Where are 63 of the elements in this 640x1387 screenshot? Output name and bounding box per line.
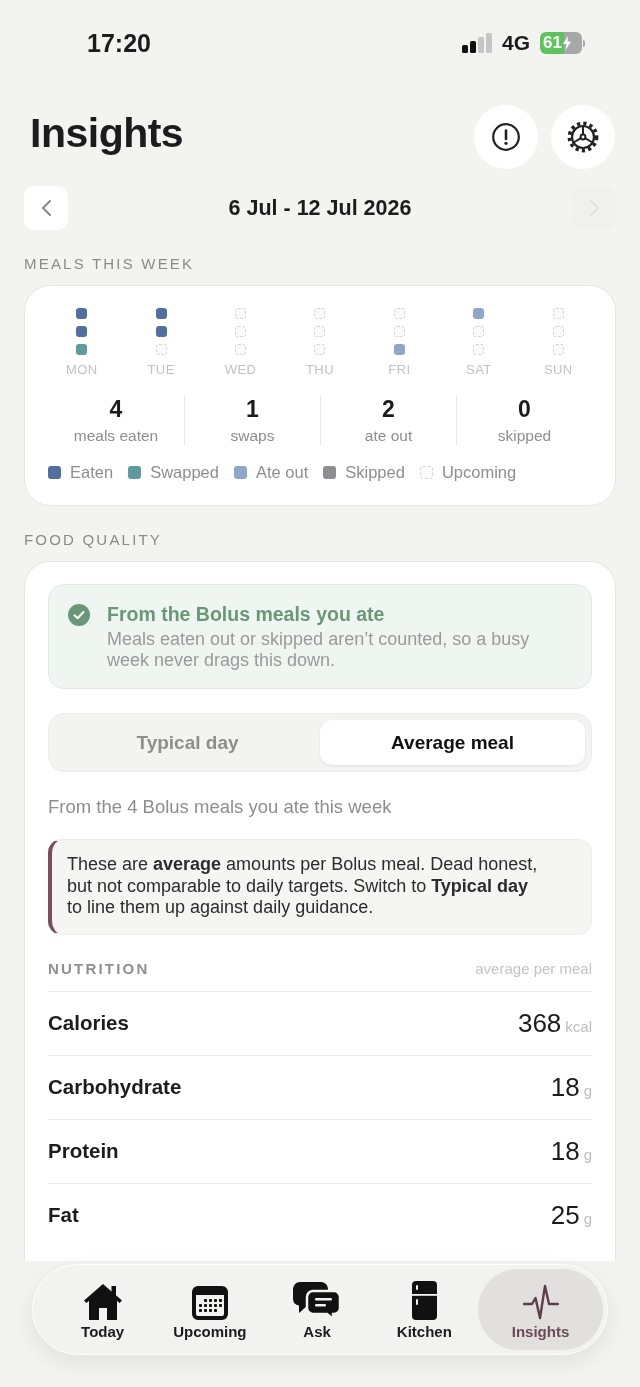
nutrient-name: Carbohydrate xyxy=(48,1075,182,1099)
battery-percent: 61 xyxy=(543,34,562,52)
nutrient-unit: g xyxy=(583,1209,592,1227)
calendar-icon xyxy=(191,1285,228,1320)
nutrition-caption: average per meal xyxy=(475,959,592,977)
chevron-left-icon xyxy=(41,200,51,216)
stat-value: 4 xyxy=(109,396,123,422)
legend-label: Skipped xyxy=(345,462,405,482)
stat-value: 2 xyxy=(382,396,395,422)
tab-bar-item[interactable]: Ask xyxy=(263,1269,371,1350)
alert-icon xyxy=(492,123,520,151)
nutrient-value: 25 xyxy=(550,1199,580,1231)
averages-note: These are average amounts per Bolus meal. Dead honest, but not comparable to daily targets. Switch to Typical day to line them up against daily guidance. xyxy=(48,839,592,935)
stat-value: 0 xyxy=(518,396,531,422)
nutrient-value: 18 xyxy=(550,1071,580,1103)
status-time: 17:20 xyxy=(87,28,151,58)
previous-week-button[interactable] xyxy=(24,186,68,230)
nutrient-name: Calories xyxy=(48,1011,129,1035)
banner-text: Meals eaten out or skipped aren’t counted, so a busy week never drags this down. xyxy=(107,629,531,671)
nutrition-heading: NUTRITION xyxy=(48,958,150,979)
check-circle-icon xyxy=(68,604,90,626)
nutrient-unit: g xyxy=(583,1145,592,1163)
legend-label: Upcoming xyxy=(441,462,517,482)
tab-bar-item[interactable]: Kitchen xyxy=(370,1269,478,1350)
chat-bubbles-icon xyxy=(293,1281,342,1320)
page-title: Insights xyxy=(30,109,184,157)
heartbeat-icon xyxy=(522,1283,559,1320)
signal-icon xyxy=(462,33,492,53)
tab-bar-item[interactable]: Insights xyxy=(478,1269,603,1350)
nutrient-unit: kcal xyxy=(565,1017,592,1035)
day-label: FRI xyxy=(388,362,411,377)
nutrient-name: Fat xyxy=(48,1203,79,1227)
tab-bar-item[interactable]: Today xyxy=(49,1269,157,1350)
tab-bar-item[interactable]: Upcoming xyxy=(156,1269,264,1350)
section-heading: MEALS THIS WEEK xyxy=(23,254,196,274)
legend-label: Ate out xyxy=(255,462,309,482)
stat-label: meals eaten xyxy=(73,427,159,445)
banner-title: From the Bolus meals you ate xyxy=(107,602,386,626)
day-label: MON xyxy=(65,362,98,377)
day-label: SAT xyxy=(466,362,492,377)
house-icon xyxy=(82,1282,123,1320)
day-label: SUN xyxy=(543,362,573,377)
stat-value: 1 xyxy=(246,396,259,422)
stat-label: swaps xyxy=(230,427,275,445)
view-tab[interactable]: Average meal xyxy=(320,720,585,765)
stat-label: skipped xyxy=(497,427,552,445)
date-range: 6 Jul - 12 Jul 2026 xyxy=(227,195,413,221)
fridge-icon xyxy=(411,1280,437,1320)
day-label: TUE xyxy=(147,362,175,377)
nutrient-value: 368 xyxy=(517,1007,562,1039)
nutrient-value: 18 xyxy=(550,1135,580,1167)
legend-label: Eaten xyxy=(70,462,114,482)
nutrient-name: Protein xyxy=(48,1139,119,1163)
settings-icon xyxy=(567,121,599,153)
legend-label: Swapped xyxy=(150,462,219,482)
day-label: WED xyxy=(224,362,257,377)
section-heading: FOOD QUALITY xyxy=(23,530,164,550)
nutrient-unit: g xyxy=(583,1081,592,1099)
day-label: THU xyxy=(306,362,334,377)
network-type: 4G xyxy=(502,31,530,55)
charging-bolt-icon xyxy=(562,36,571,50)
summary-text: From the 4 Bolus meals you ate this week xyxy=(48,796,393,818)
stat-label: ate out xyxy=(364,427,413,445)
